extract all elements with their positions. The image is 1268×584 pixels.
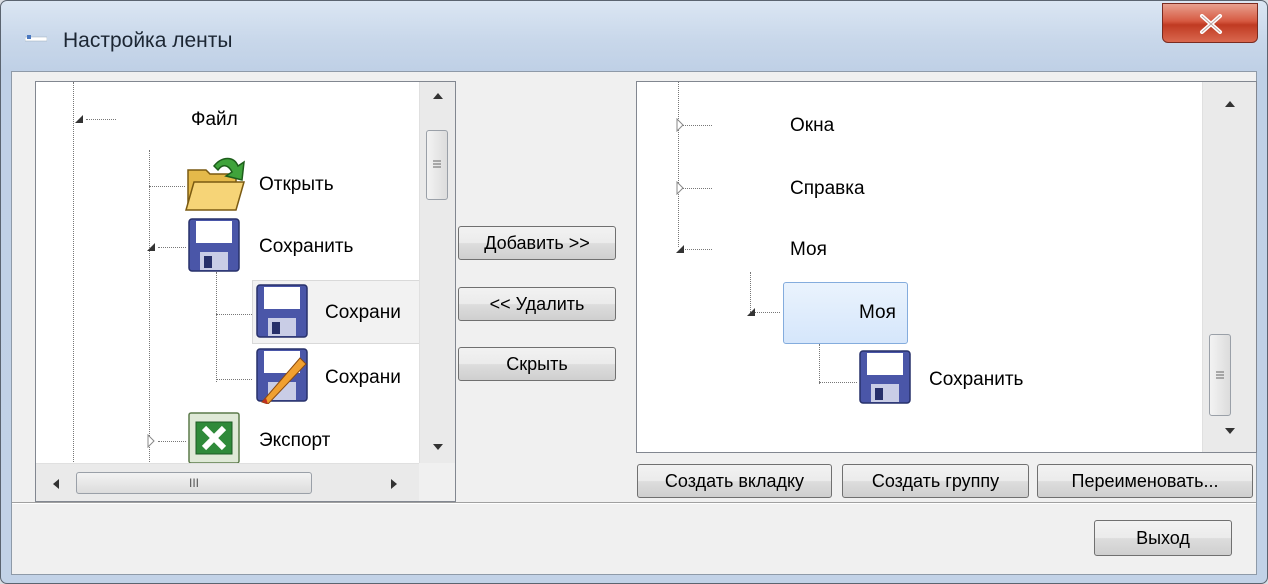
tree-item-windows[interactable]: Окна	[790, 115, 834, 137]
tree-item-help[interactable]: Справка	[790, 178, 865, 200]
folder-open-icon	[185, 157, 245, 211]
scroll-up-icon[interactable]	[432, 92, 444, 100]
dialog-client-area: Файл Открыть Сохранить Сохрани Сохрани Э…	[11, 71, 1257, 575]
right-vscroll-thumb[interactable]	[1209, 334, 1231, 416]
left-tree-view[interactable]: Файл Открыть Сохранить Сохрани Сохрани Э…	[35, 81, 456, 502]
create-tab-button[interactable]: Создать вкладку	[637, 464, 832, 498]
rename-button[interactable]: Переименовать...	[1037, 464, 1253, 498]
expanded-arrow-icon[interactable]	[74, 114, 84, 124]
right-vertical-scrollbar[interactable]	[1202, 82, 1256, 452]
tree-item-save-sub-1[interactable]: Сохрани	[325, 302, 401, 324]
floppy-disk-icon	[256, 284, 308, 338]
create-group-button[interactable]: Создать группу	[842, 464, 1029, 498]
left-vscroll-thumb[interactable]	[426, 130, 448, 200]
add-button[interactable]: Добавить >>	[458, 226, 616, 260]
window-title: Настройка ленты	[63, 29, 233, 52]
tree-item-my-tab[interactable]: Моя	[790, 239, 827, 261]
scroll-left-icon[interactable]	[52, 478, 60, 490]
tree-item-save[interactable]: Сохранить	[259, 236, 353, 258]
tree-item-open[interactable]: Открыть	[259, 174, 334, 196]
left-hscroll-thumb[interactable]: III	[76, 472, 312, 494]
floppy-disk-icon	[188, 218, 240, 272]
floppy-disk-icon	[859, 350, 911, 404]
scroll-grip: III	[188, 476, 199, 490]
expanded-arrow-icon[interactable]	[675, 244, 685, 254]
expanded-arrow-icon[interactable]	[146, 242, 156, 252]
scroll-down-icon[interactable]	[432, 443, 444, 451]
scroll-right-icon[interactable]	[390, 478, 398, 490]
scroll-up-icon[interactable]	[1224, 100, 1236, 108]
excel-icon	[188, 412, 240, 464]
floppy-disk-pencil-icon	[256, 348, 308, 404]
footer-separator	[12, 502, 1256, 504]
collapsed-arrow-icon[interactable]	[675, 118, 685, 132]
title-bar[interactable]: Настройка ленты	[1, 1, 1267, 71]
tree-item-save-right[interactable]: Сохранить	[929, 369, 1023, 391]
right-tree-view[interactable]: Окна Справка Моя Моя Сохранить	[636, 81, 1257, 453]
tree-item-my-group[interactable]: Моя	[859, 302, 896, 324]
tree-item-save-sub-2[interactable]: Сохрани	[325, 367, 401, 389]
collapsed-arrow-icon[interactable]	[146, 434, 156, 448]
tree-item-export[interactable]: Экспорт	[259, 430, 330, 452]
left-vertical-scrollbar[interactable]	[419, 82, 455, 463]
exit-button[interactable]: Выход	[1094, 520, 1232, 556]
remove-button[interactable]: << Удалить	[458, 287, 616, 321]
dialog-window: Настройка ленты Файл Открыть Сохранить С…	[0, 0, 1268, 584]
app-icon	[24, 33, 48, 47]
tree-item-file[interactable]: Файл	[191, 109, 238, 131]
hide-button[interactable]: Скрыть	[458, 347, 616, 381]
left-horizontal-scrollbar[interactable]: III	[36, 463, 419, 501]
close-icon	[1200, 14, 1222, 34]
expanded-arrow-icon[interactable]	[746, 307, 756, 317]
collapsed-arrow-icon[interactable]	[675, 181, 685, 195]
close-button[interactable]	[1162, 3, 1258, 43]
scroll-down-icon[interactable]	[1224, 427, 1236, 435]
